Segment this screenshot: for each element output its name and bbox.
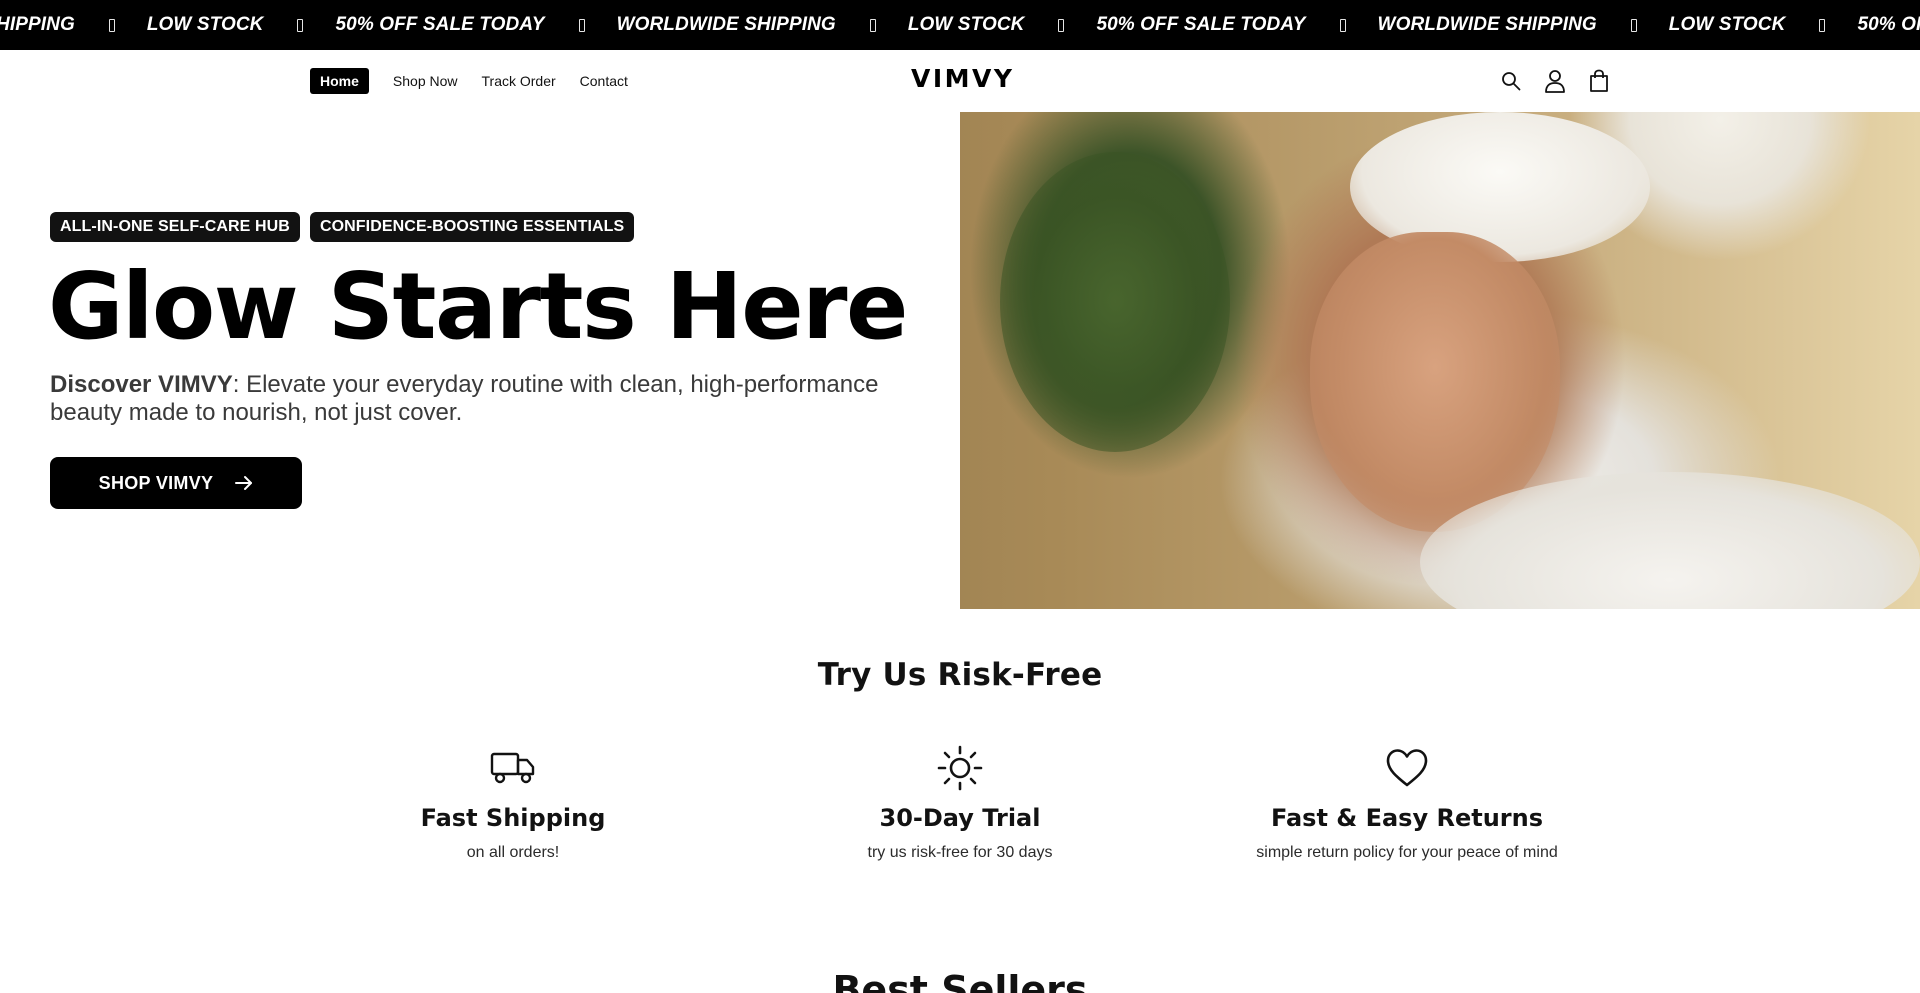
nav-home[interactable]: Home <box>310 68 369 94</box>
announcement-item: WORLDWIDE SHIPPING <box>617 14 908 36</box>
plant-shape <box>1000 152 1230 452</box>
announcement-item: LOW STOCK <box>1669 14 1858 36</box>
search-icon[interactable] <box>1498 67 1524 95</box>
arrow-right-icon <box>235 475 253 491</box>
announcement-text: LOW STOCK <box>146 14 264 35</box>
feature-item: Fast Shipping on all orders! <box>303 746 723 862</box>
announcement-item: 50% OFF SALE TODAY <box>1857 14 1920 36</box>
announcement-text: 50% OFF SALE TODAY <box>335 14 545 35</box>
announcement-item: HIPPING <box>0 14 147 36</box>
site-logo[interactable]: VIMVY <box>911 64 1014 93</box>
announcement-bar: HIPPING LOW STOCK 50% OFF SALE TODAY WOR… <box>0 0 1920 50</box>
feature-item: 30-Day Trial try us risk-free for 30 day… <box>750 745 1170 862</box>
announcement-text: WORLDWIDE SHIPPING <box>616 14 836 35</box>
hero-image <box>960 112 1920 609</box>
sun-icon <box>750 745 1170 791</box>
nav-shop-now[interactable]: Shop Now <box>393 72 458 90</box>
hero-subtitle: Discover VIMVY: Elevate your everyday ro… <box>50 371 930 427</box>
separator-icon <box>869 18 876 32</box>
hero-badges: ALL-IN-ONE SELF-CARE HUB CONFIDENCE-BOOS… <box>50 212 644 242</box>
announcement-text: WORLDWIDE SHIPPING <box>1377 14 1597 35</box>
announcement-track: HIPPING LOW STOCK 50% OFF SALE TODAY WOR… <box>0 0 1920 50</box>
announcement-item: 50% OFF SALE TODAY <box>335 14 616 36</box>
feature-title: Fast & Easy Returns <box>1271 804 1543 832</box>
announcement-item: LOW STOCK <box>147 14 336 36</box>
shop-vimvy-label: SHOP VIMVY <box>98 472 214 493</box>
feature-item: Fast & Easy Returns simple return policy… <box>1197 746 1617 862</box>
announcement-text: LOW STOCK <box>1668 14 1786 35</box>
nav-track-order[interactable]: Track Order <box>482 72 556 90</box>
truck-icon <box>303 746 723 790</box>
separator-icon <box>1339 18 1346 32</box>
separator-icon <box>578 18 585 32</box>
main-nav: Home Shop Now Track Order Contact <box>310 68 652 94</box>
features-title: Try Us Risk-Free <box>817 657 1103 693</box>
account-icon[interactable] <box>1542 67 1568 95</box>
feature-desc: on all orders! <box>466 844 560 861</box>
announcement-item: 50% OFF SALE TODAY <box>1096 14 1377 36</box>
separator-icon <box>1819 18 1826 32</box>
heart-icon <box>1197 746 1617 790</box>
feature-desc: simple return policy for your peace of m… <box>1256 844 1558 861</box>
face-shape <box>1310 232 1560 532</box>
hero-subtitle-brand: Discover VIMVY <box>50 371 233 398</box>
announcement-text: 50% OFF SALE TODAY <box>1857 14 1920 35</box>
separator-icon <box>1630 18 1637 32</box>
hero-badge: CONFIDENCE-BOOSTING ESSENTIALS <box>309 212 635 242</box>
announcement-text: 50% OFF SALE TODAY <box>1096 14 1306 35</box>
separator-icon <box>108 18 115 32</box>
announcement-item: WORLDWIDE SHIPPING <box>1378 14 1669 36</box>
nav-contact[interactable]: Contact <box>580 72 628 90</box>
hero-badge: ALL-IN-ONE SELF-CARE HUB <box>50 212 300 242</box>
feature-title: Fast Shipping <box>420 804 606 832</box>
feature-title: 30-Day Trial <box>879 804 1041 832</box>
feature-desc: try us risk-free for 30 days <box>867 844 1053 861</box>
announcement-text: LOW STOCK <box>907 14 1025 35</box>
announcement-item: LOW STOCK <box>908 14 1097 36</box>
header-actions <box>1498 67 1630 95</box>
hero-section: ALL-IN-ONE SELF-CARE HUB CONFIDENCE-BOOS… <box>0 112 960 609</box>
best-sellers-title: Best Sellers <box>832 968 1088 993</box>
shop-vimvy-button[interactable]: SHOP VIMVY <box>50 457 302 509</box>
site-header: Home Shop Now Track Order Contact VIMVY <box>0 50 1920 112</box>
cart-icon[interactable] <box>1586 67 1612 95</box>
separator-icon <box>1058 18 1065 32</box>
announcement-text: HIPPING <box>0 14 75 35</box>
hero-title: Glow Starts Here <box>48 253 908 360</box>
separator-icon <box>297 18 304 32</box>
